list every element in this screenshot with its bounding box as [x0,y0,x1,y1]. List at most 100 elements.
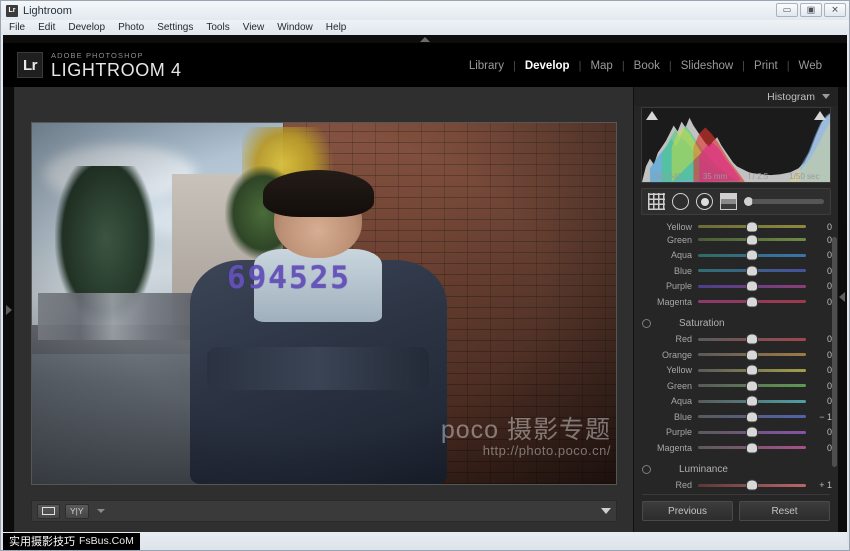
slider-row[interactable]: Yellow 0 [634,221,838,232]
slider-row[interactable]: Yellow 0 [634,363,838,379]
module-print[interactable]: Print [745,60,787,72]
close-button[interactable]: ✕ [824,3,846,17]
slider-track[interactable] [698,431,806,434]
slider-knob[interactable] [747,350,757,359]
slider-track[interactable] [698,300,806,303]
module-book[interactable]: Book [625,60,669,72]
watermark-banner: 实用摄影技巧 FsBus.CoM [3,533,140,550]
maximize-button[interactable]: ▣ [800,3,822,17]
menu-item-settings[interactable]: Settings [157,22,193,33]
compare-view-button[interactable]: Y|Y [65,504,89,519]
slider-knob[interactable] [747,235,757,244]
module-library[interactable]: Library [460,60,513,72]
slider-track[interactable] [698,285,806,288]
target-adjust-icon[interactable] [642,465,651,474]
slider-knob[interactable] [747,282,757,291]
panel-scrollbar[interactable] [832,237,837,467]
slider-value: − 1 [806,412,832,422]
module-develop[interactable]: Develop [516,60,579,72]
slider-row[interactable]: Green 0 [634,378,838,394]
reset-button[interactable]: Reset [739,501,830,521]
slider-value: 0 [806,365,832,375]
histogram-graph[interactable]: ISO 640 35 mm f / 2.5 1/50 sec [641,107,831,183]
slider-track[interactable] [698,415,806,418]
top-panel-collapse-bar[interactable] [3,35,847,44]
slider-track[interactable] [698,254,806,257]
slider-knob[interactable] [747,251,757,260]
menu-item-develop[interactable]: Develop [68,22,105,33]
app-icon: Lr [6,5,18,17]
spot-removal-icon[interactable] [672,193,689,210]
menu-item-window[interactable]: Window [277,22,313,33]
slider-row[interactable]: Magenta 0 [634,440,838,456]
slider-track[interactable] [698,484,806,487]
menu-item-photo[interactable]: Photo [118,22,144,33]
slider-row[interactable]: Purple 0 [634,279,838,295]
luminance-header[interactable]: Luminance [634,461,838,478]
module-map[interactable]: Map [581,60,621,72]
slider-track[interactable] [698,400,806,403]
slider-row[interactable]: Magenta 0 [634,294,838,310]
photo-image: 694525 poco 摄影专题 http://photo.poco.cn/ [32,123,616,484]
previous-button[interactable]: Previous [642,501,733,521]
slider-row[interactable]: Aqua 0 [634,394,838,410]
slider-row[interactable]: Blue 0 [634,263,838,279]
slider-knob[interactable] [747,335,757,344]
slider-knob[interactable] [747,412,757,421]
photo-container[interactable]: 694525 poco 摄影专题 http://photo.poco.cn/ [31,122,617,485]
shadow-clipping-indicator-icon[interactable] [646,111,658,120]
slider-track[interactable] [698,225,806,228]
adjustment-brush-slider[interactable] [744,197,824,206]
slider-label: Green [642,235,698,245]
slider-track[interactable] [698,369,806,372]
slider-row[interactable]: Green 0 [634,232,838,248]
minimize-button[interactable]: ▭ [776,3,798,17]
menu-item-view[interactable]: View [243,22,265,33]
left-panel-collapsed[interactable] [3,87,15,532]
slider-knob[interactable] [747,222,757,231]
slider-row[interactable]: Red 0 [634,332,838,348]
slider-track[interactable] [698,338,806,341]
red-eye-correction-icon[interactable] [696,193,713,210]
toolbar-options-chevron-icon[interactable] [601,508,611,514]
slider-value: 0 [806,334,832,344]
chevron-down-icon[interactable] [822,94,830,99]
slider-knob[interactable] [747,297,757,306]
slider-knob[interactable] [747,266,757,275]
module-slideshow[interactable]: Slideshow [672,60,742,72]
slider-track[interactable] [698,353,806,356]
menu-item-file[interactable]: File [9,22,25,33]
crop-overlay-icon[interactable] [648,193,665,210]
histogram-header[interactable]: Histogram [634,87,838,106]
right-panel-edge[interactable] [838,87,847,532]
identity-bar: Lr ADOBE PHOTOSHOP LIGHTROOM 4 Library |… [3,44,847,87]
slider-knob[interactable] [747,381,757,390]
slider-value: 0 [806,381,832,391]
menu-item-edit[interactable]: Edit [38,22,55,33]
slider-row[interactable]: Orange 0 [634,347,838,363]
slider-row[interactable]: Aqua 0 [634,248,838,264]
slider-row[interactable]: Purple 0 [634,425,838,441]
slider-label: Red [642,480,698,490]
menu-item-tools[interactable]: Tools [206,22,229,33]
slider-knob[interactable] [747,428,757,437]
slider-knob[interactable] [747,366,757,375]
loupe-icon [42,507,55,515]
slider-row[interactable]: Red + 1 [634,478,838,493]
graduated-filter-icon[interactable] [720,193,737,210]
slider-track[interactable] [698,384,806,387]
slider-knob[interactable] [747,397,757,406]
slider-knob[interactable] [747,481,757,490]
target-adjust-icon[interactable] [642,319,651,328]
highlight-clipping-indicator-icon[interactable] [814,111,826,120]
module-web[interactable]: Web [790,60,831,72]
menu-item-help[interactable]: Help [326,22,347,33]
slider-knob[interactable] [747,443,757,452]
slider-track[interactable] [698,446,806,449]
slider-row[interactable]: Blue − 1 [634,409,838,425]
slider-track[interactable] [698,238,806,241]
chevron-down-icon[interactable] [97,509,105,513]
slider-track[interactable] [698,269,806,272]
loupe-view-button[interactable] [37,504,60,519]
saturation-header[interactable]: Saturation [634,315,838,332]
